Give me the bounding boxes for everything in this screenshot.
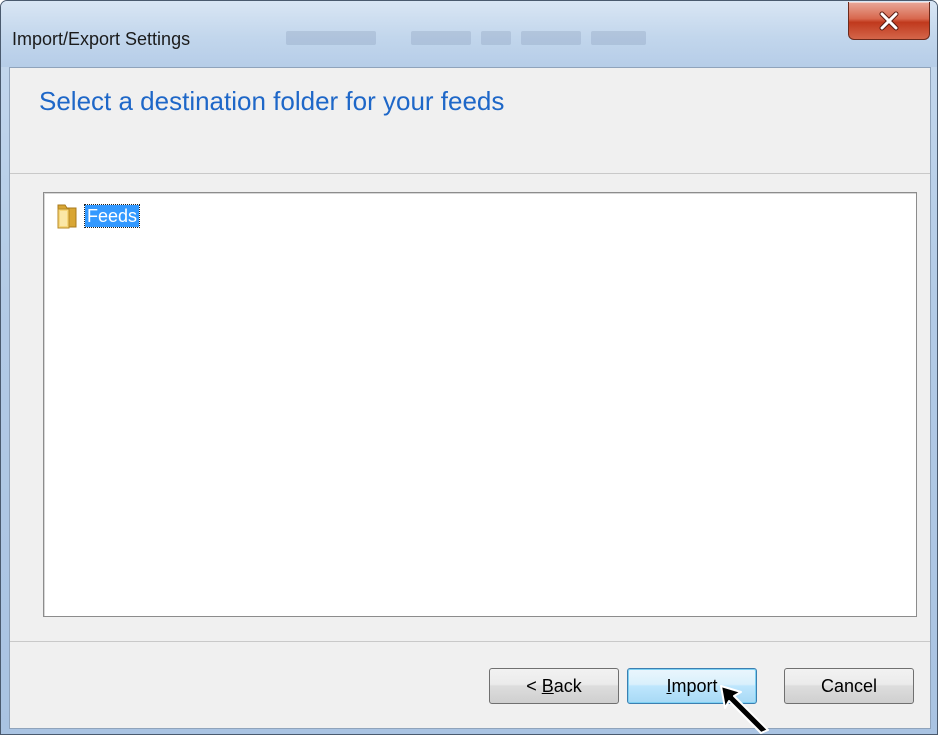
close-x-icon xyxy=(879,11,899,30)
divider xyxy=(10,641,930,642)
folder-tree[interactable]: Feeds xyxy=(43,192,917,617)
back-button-label: ack xyxy=(553,675,582,696)
background-blur xyxy=(286,31,376,45)
back-button[interactable]: < Back xyxy=(489,668,619,704)
title-bar[interactable]: Import/Export Settings xyxy=(1,1,937,67)
import-button[interactable]: Import xyxy=(627,668,757,704)
background-blur xyxy=(591,31,646,45)
background-blur xyxy=(411,31,471,45)
tree-item-feeds[interactable]: Feeds xyxy=(52,201,141,231)
tree-item-label: Feeds xyxy=(83,204,141,228)
wizard-header: Select a destination folder for your fee… xyxy=(10,68,930,174)
back-button-prefix: < xyxy=(526,675,542,696)
back-button-mnemonic: B xyxy=(541,675,554,696)
page-heading: Select a destination folder for your fee… xyxy=(39,86,505,116)
window-title: Import/Export Settings xyxy=(12,29,191,49)
cancel-button-label: Cancel xyxy=(820,675,878,696)
dialog-window: Import/Export Settings Select a destinat… xyxy=(0,0,938,735)
cancel-button[interactable]: Cancel xyxy=(784,668,914,704)
close-button[interactable] xyxy=(848,2,930,40)
dialog-content: Select a destination folder for your fee… xyxy=(9,67,931,729)
background-blur xyxy=(481,31,511,45)
background-blur xyxy=(521,31,581,45)
import-button-label: mport xyxy=(671,675,718,696)
folder-icon xyxy=(57,204,77,229)
